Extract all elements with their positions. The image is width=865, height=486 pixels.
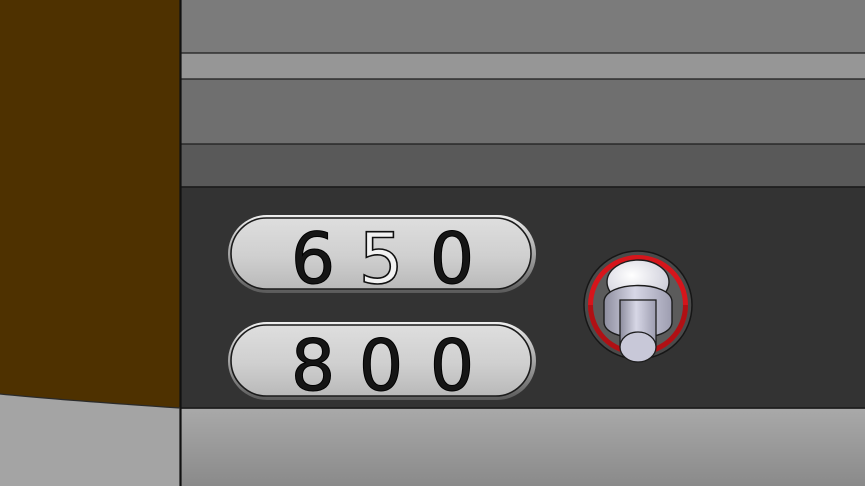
- dial-digit[interactable]: 0: [358, 325, 404, 408]
- dial-digit[interactable]: 0: [429, 325, 475, 408]
- side-post: [0, 0, 180, 408]
- dial-digit[interactable]: 8: [290, 325, 336, 408]
- post-base-flange: [0, 394, 180, 486]
- cad-render-scene: 6 5 0 8 0 0: [0, 0, 865, 486]
- dial-digit[interactable]: 6: [290, 218, 336, 301]
- dial-digit[interactable]: 0: [429, 218, 475, 301]
- dial-digit[interactable]: 5: [358, 217, 404, 301]
